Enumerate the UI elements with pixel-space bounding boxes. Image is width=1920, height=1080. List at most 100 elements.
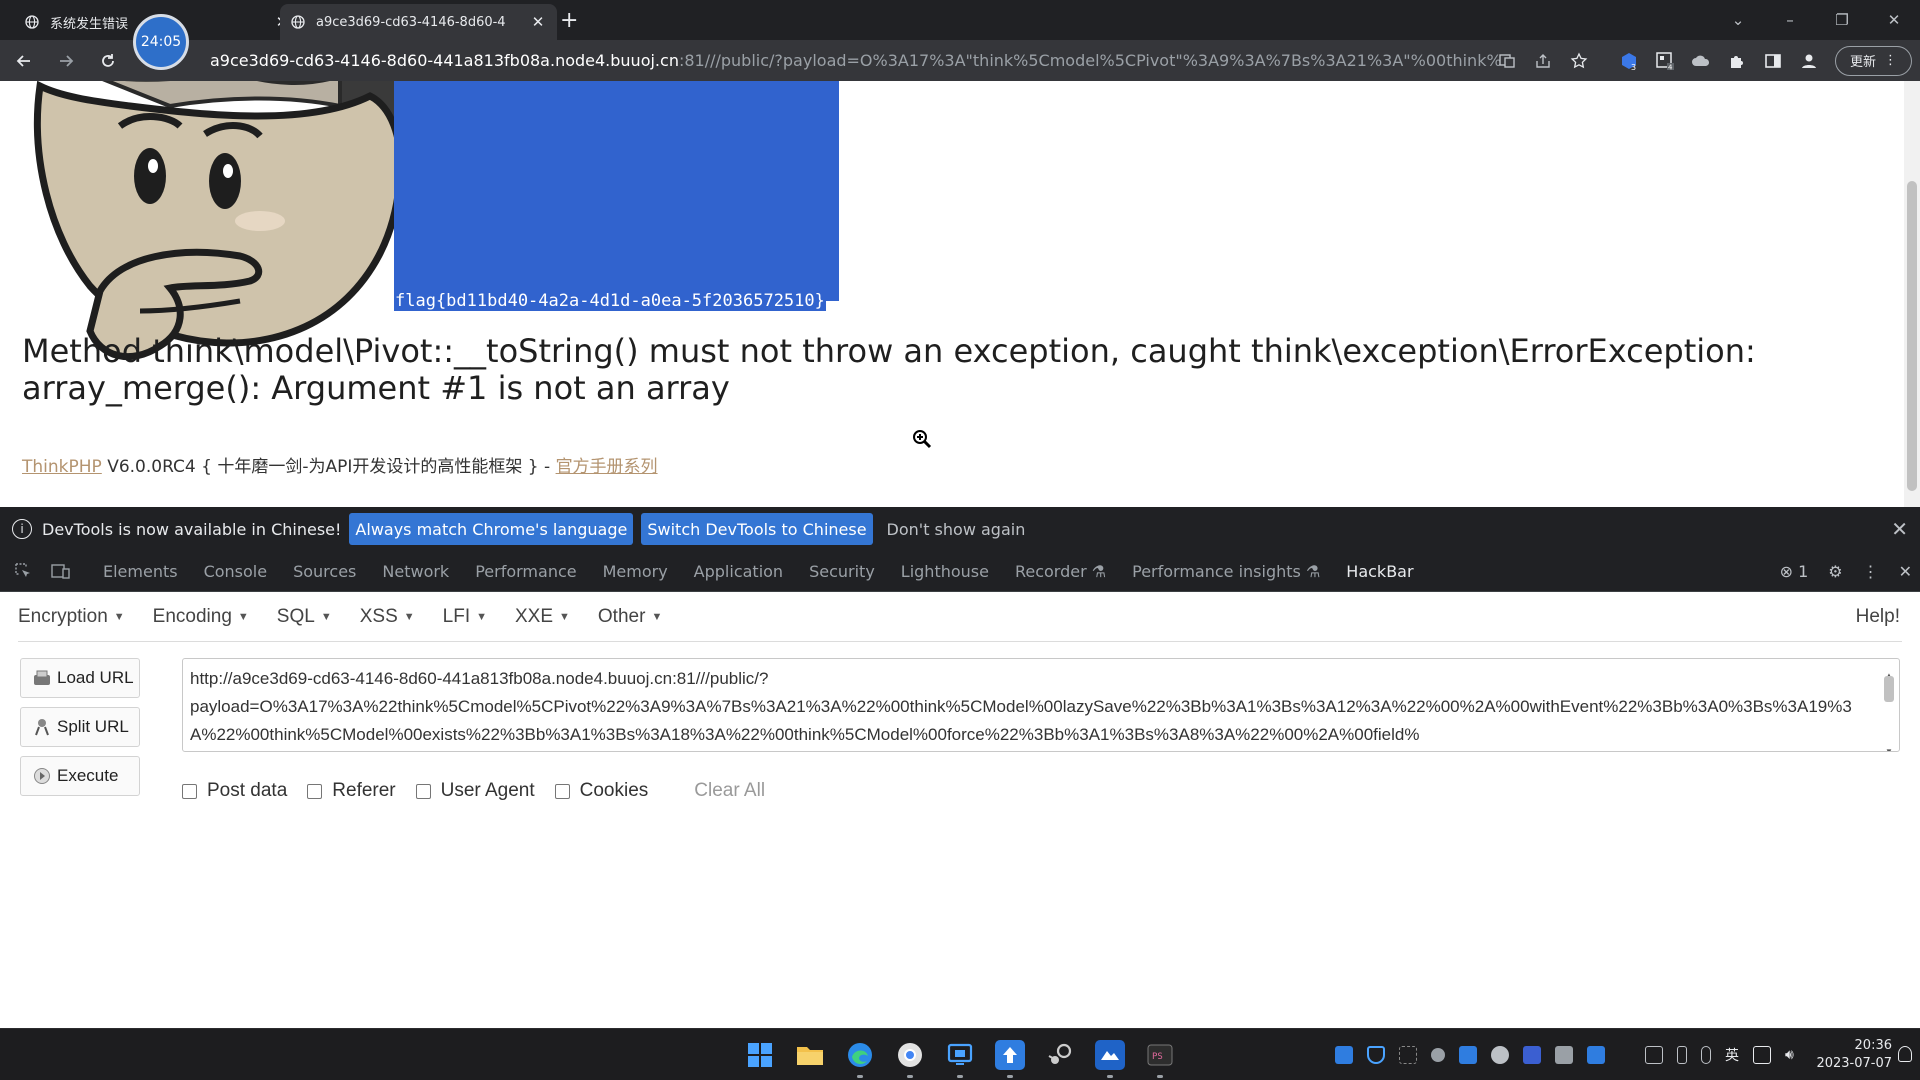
input-method-indicator[interactable]: 英 [1725, 1045, 1739, 1065]
extension-cloud-icon[interactable] [1683, 43, 1719, 79]
steam-icon[interactable] [1045, 1040, 1075, 1070]
error-counter[interactable]: ⊗ 1 [1780, 562, 1809, 581]
menu-other[interactable]: Other ▼ [598, 606, 662, 628]
close-window-button[interactable]: ✕ [1868, 11, 1920, 29]
start-menu-icon[interactable] [745, 1040, 775, 1070]
chrome-browser-icon[interactable] [895, 1040, 925, 1078]
upload-app-icon[interactable] [995, 1040, 1025, 1078]
more-options-icon[interactable]: ⋮ [1863, 562, 1879, 581]
menu-lfi[interactable]: LFI ▼ [443, 606, 487, 628]
tab-memory[interactable]: Memory [590, 562, 681, 581]
page-scrollbar-thumb[interactable] [1907, 181, 1917, 491]
switch-to-chinese-button[interactable]: Switch DevTools to Chinese [641, 513, 873, 545]
minimize-button[interactable]: – [1764, 11, 1816, 29]
back-button[interactable] [6, 43, 42, 79]
close-devtools-icon[interactable]: ✕ [1899, 562, 1912, 581]
dont-show-again-link[interactable]: Don't show again [887, 520, 1026, 539]
restore-button[interactable]: ❐ [1816, 11, 1868, 29]
menu-sql[interactable]: SQL ▼ [277, 606, 332, 628]
execute-button[interactable]: Execute [20, 756, 140, 796]
page-scrollbar[interactable] [1904, 81, 1920, 507]
load-url-button[interactable]: Load URL [20, 658, 140, 698]
side-panel-icon[interactable] [1755, 43, 1791, 79]
tray-upload-icon[interactable] [1459, 1046, 1477, 1064]
tray-gear-icon[interactable] [1491, 1046, 1509, 1064]
menu-xss[interactable]: XSS ▼ [360, 606, 415, 628]
textarea-scrollbar-thumb[interactable] [1884, 676, 1894, 702]
referer-checkbox[interactable] [307, 783, 323, 799]
address-bar[interactable]: a9ce3d69-cd63-4146-8d60-441a813fb08a.nod… [210, 44, 1500, 76]
split-url-button[interactable]: Split URL [20, 707, 140, 747]
extensions-puzzle-icon[interactable] [1719, 43, 1755, 79]
cookies-option[interactable]: Cookies [554, 780, 648, 802]
tab-sources[interactable]: Sources [280, 562, 369, 581]
flag-text[interactable]: flag{bd11bd40-4a2a-4d1d-a0ea-5f203657251… [394, 291, 826, 311]
tray-shield-icon[interactable] [1367, 1046, 1385, 1064]
edge-browser-icon[interactable] [845, 1040, 875, 1078]
new-tab-button[interactable]: + [560, 8, 578, 33]
url-textarea[interactable]: http://a9ce3d69-cd63-4146-8d60-441a813fb… [182, 658, 1900, 752]
tray-monitor-icon[interactable] [1555, 1046, 1573, 1064]
tab-network[interactable]: Network [369, 562, 462, 581]
terminal-icon[interactable]: PS [1145, 1040, 1175, 1078]
reload-button[interactable] [90, 43, 126, 79]
inspect-element-icon[interactable] [8, 556, 38, 586]
tab-hackbar[interactable]: HackBar [1333, 562, 1426, 581]
scroll-down-arrow-icon[interactable]: ▼ [1882, 738, 1896, 751]
microphone-icon[interactable] [1701, 1046, 1711, 1064]
extension-cube-icon[interactable]: 3 [1611, 43, 1647, 79]
file-explorer-icon[interactable] [795, 1040, 825, 1070]
user-agent-option[interactable]: User Agent [415, 780, 535, 802]
cloud-app-icon[interactable] [1095, 1040, 1125, 1078]
device-toolbar-icon[interactable] [46, 556, 76, 586]
thinkphp-link[interactable]: ThinkPHP [22, 457, 102, 477]
extension-qr-icon[interactable]: 4 [1647, 43, 1683, 79]
scroll-up-arrow-icon[interactable]: ▲ [1882, 662, 1896, 680]
cookies-checkbox[interactable] [554, 783, 570, 799]
tray-capture-icon[interactable] [1399, 1046, 1417, 1064]
menu-encoding[interactable]: Encoding ▼ [153, 606, 249, 628]
tab-recorder[interactable]: Recorder ⚗ [1002, 562, 1119, 581]
tab-application[interactable]: Application [681, 562, 796, 581]
tab-performance-insights[interactable]: Performance insights ⚗ [1119, 562, 1333, 581]
menu-encryption[interactable]: Encryption ▼ [18, 606, 125, 628]
translate-icon[interactable] [1489, 43, 1525, 79]
textarea-scrollbar[interactable]: ▲ ▼ [1882, 662, 1896, 751]
remote-desktop-icon[interactable] [945, 1040, 975, 1078]
help-link[interactable]: Help! [1856, 606, 1900, 628]
manual-link[interactable]: 官方手册系列 [556, 457, 658, 477]
referer-option[interactable]: Referer [307, 780, 396, 802]
tab-search-icon[interactable]: ⌄ [1712, 11, 1764, 29]
tab-performance[interactable]: Performance [462, 562, 589, 581]
post-data-option[interactable]: Post data [182, 780, 287, 802]
forward-button[interactable] [48, 43, 84, 79]
clear-all-button[interactable]: Clear All [694, 780, 765, 802]
menu-xxe[interactable]: XXE ▼ [515, 606, 570, 628]
post-data-checkbox[interactable] [182, 783, 197, 799]
tray-p-icon[interactable] [1523, 1046, 1541, 1064]
tray-window-icon[interactable] [1645, 1046, 1663, 1064]
tray-usb-icon[interactable] [1677, 1046, 1687, 1064]
tray-cloud-icon[interactable] [1335, 1046, 1353, 1064]
tab-lighthouse[interactable]: Lighthouse [888, 562, 1002, 581]
running-indicator [1007, 1075, 1013, 1078]
network-icon[interactable] [1753, 1046, 1771, 1064]
close-tab-icon[interactable]: ✕ [529, 13, 547, 31]
bookmark-star-icon[interactable] [1561, 43, 1597, 79]
tab-security[interactable]: Security [796, 562, 888, 581]
user-agent-checkbox[interactable] [415, 783, 431, 799]
tab-elements[interactable]: Elements [90, 562, 191, 581]
share-icon[interactable] [1525, 43, 1561, 79]
volume-icon[interactable]: 🔊︎ [1785, 1047, 1794, 1063]
update-button[interactable]: 更新 ⋮ [1834, 45, 1912, 76]
tray-display-icon[interactable] [1587, 1046, 1605, 1064]
profile-icon[interactable] [1791, 43, 1827, 79]
tray-network-app-icon[interactable] [1431, 1048, 1445, 1062]
tab-challenge[interactable]: a9ce3d69-cd63-4146-8d60-4 ✕ [280, 4, 557, 40]
always-match-language-button[interactable]: Always match Chrome's language [349, 513, 634, 545]
close-banner-icon[interactable]: ✕ [1891, 517, 1908, 541]
notification-bell-icon[interactable] [1898, 1046, 1912, 1062]
system-clock[interactable]: 20:36 2023-07-07 [1816, 1037, 1892, 1073]
tab-console[interactable]: Console [191, 562, 281, 581]
settings-gear-icon[interactable]: ⚙ [1828, 562, 1842, 581]
